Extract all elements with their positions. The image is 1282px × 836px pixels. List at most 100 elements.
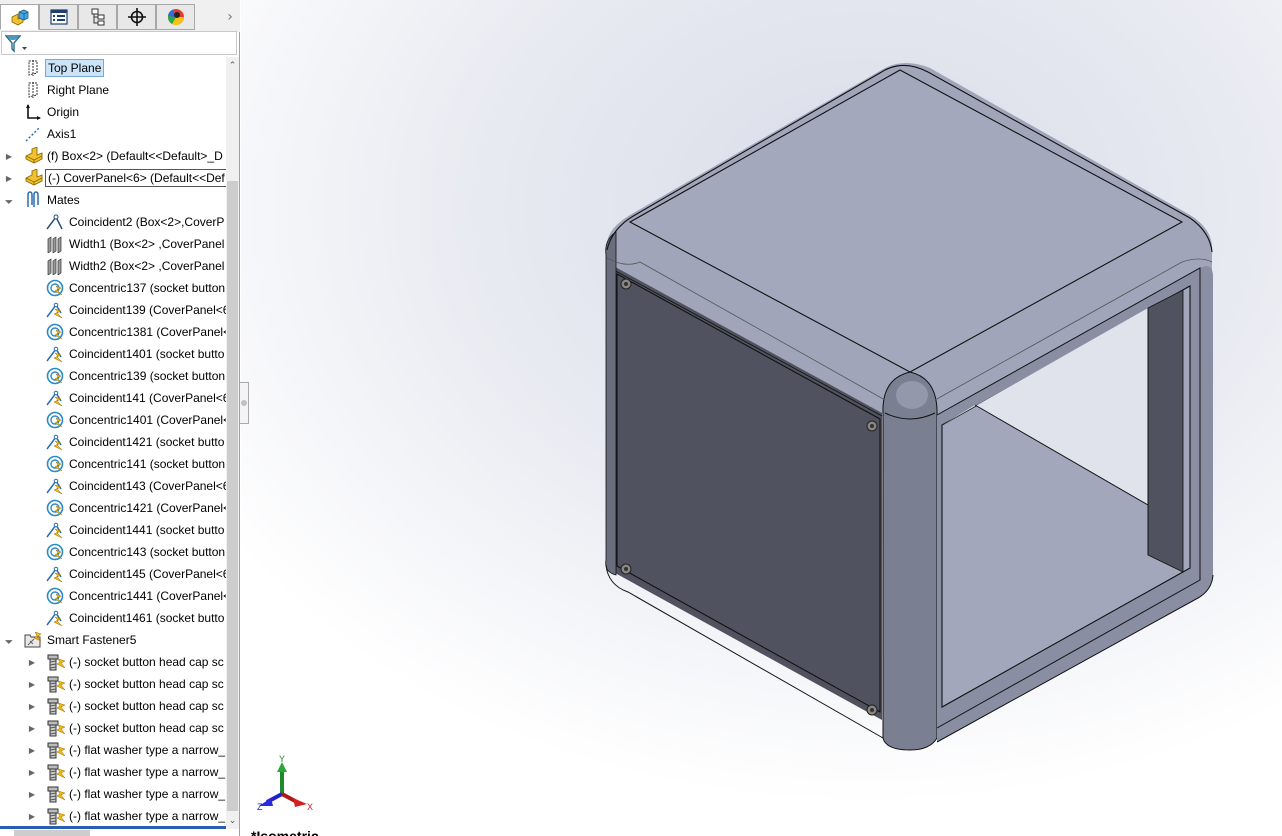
tree-item[interactable]: Axis1: [0, 123, 226, 145]
tree-item-label: Coincident145 (CoverPanel<6: [69, 567, 226, 581]
fastener-icon: [46, 697, 66, 715]
coincident-fastener-mate-icon: [46, 565, 64, 583]
concentric-mate-icon: [46, 455, 64, 473]
tab-feature-manager[interactable]: [0, 4, 39, 30]
plane-icon: [24, 59, 42, 77]
fastener-icon: [46, 719, 66, 737]
tree-item[interactable]: Concentric143 (socket button: [0, 541, 226, 563]
panel-splitter[interactable]: [240, 382, 249, 424]
expand-arrow-icon[interactable]: ▶: [4, 150, 14, 162]
tabs-more-button[interactable]: ›: [222, 6, 238, 28]
configuration-manager-icon: [91, 8, 104, 26]
tree-item[interactable]: Coincident139 (CoverPanel<6: [0, 299, 226, 321]
tree-item[interactable]: ▶ (-) CoverPanel<6> (Default<<Def: [0, 167, 226, 189]
tree-item[interactable]: ▶ (-) flat washer type a narrow_: [0, 761, 226, 783]
plane-icon: [24, 81, 42, 99]
tree-item[interactable]: Coincident1401 (socket butto: [0, 343, 226, 365]
tab-display-manager[interactable]: [156, 4, 195, 30]
tree-item[interactable]: Concentric1421 (CoverPanel<: [0, 497, 226, 519]
tree-item-label: Coincident1441 (socket butto: [69, 523, 225, 537]
tree-item[interactable]: ◢ Mates: [0, 189, 226, 211]
dimxpert-icon: [127, 8, 146, 26]
tree-item[interactable]: Top Plane: [0, 57, 226, 79]
tree-item[interactable]: ▶ (f) Box<2> (Default<<Default>_D: [0, 145, 226, 167]
tree-item-label: Concentric139 (socket button: [69, 369, 226, 383]
expand-arrow-icon[interactable]: ▶: [27, 810, 37, 822]
tree-item[interactable]: Width2 (Box<2> ,CoverPanel: [0, 255, 226, 277]
concentric-mate-icon: [46, 411, 64, 429]
tree-filter-bar[interactable]: [1, 31, 237, 55]
expand-arrow-icon[interactable]: ▶: [27, 722, 37, 734]
coincident-fastener-mate-icon: [46, 389, 64, 407]
tree-item-label: (-) flat washer type a narrow_: [69, 765, 226, 779]
tree-item[interactable]: Coincident145 (CoverPanel<6: [0, 563, 226, 585]
fastener-icon: [46, 653, 66, 671]
tree-item[interactable]: ▶ (-) flat washer type a narrow_: [0, 739, 226, 761]
tree-item-label: Mates: [47, 193, 80, 207]
tree-item-label: Coincident1401 (socket butto: [69, 347, 225, 361]
tree-item[interactable]: Coincident141 (CoverPanel<6: [0, 387, 226, 409]
collapse-arrow-icon[interactable]: ◢: [1, 192, 17, 208]
tree-vertical-scrollbar[interactable]: ⌃ ⌄: [226, 57, 239, 829]
tree-item[interactable]: Width1 (Box<2> ,CoverPanel: [0, 233, 226, 255]
tree-item[interactable]: Origin: [0, 101, 226, 123]
model-front-pillar: [883, 372, 937, 750]
collapse-arrow-icon[interactable]: ◢: [1, 632, 17, 648]
tree-item-label: Coincident139 (CoverPanel<6: [69, 303, 226, 317]
expand-arrow-icon[interactable]: ▶: [27, 744, 37, 756]
tree-item[interactable]: Right Plane: [0, 79, 226, 101]
tree-item[interactable]: Coincident1461 (socket butto: [0, 607, 226, 629]
tree-item[interactable]: ▶ (-) flat washer type a narrow_: [0, 805, 226, 827]
tree-item[interactable]: ▶ (-) socket button head cap sc: [0, 651, 226, 673]
tree-item-label: Concentric1441 (CoverPanel<: [69, 589, 226, 603]
tree-horizontal-scroll-thumb[interactable]: [14, 830, 90, 836]
expand-arrow-icon[interactable]: ▶: [4, 172, 14, 184]
coincident-fastener-mate-icon: [46, 433, 64, 451]
origin-icon: [24, 103, 42, 121]
tree-item-label: (-) socket button head cap sc: [69, 677, 224, 691]
tree-item[interactable]: Coincident1441 (socket butto: [0, 519, 226, 541]
filter-icon[interactable]: [5, 35, 29, 53]
tab-property-manager[interactable]: [39, 4, 78, 30]
tree-item[interactable]: ▶ (-) flat washer type a narrow_: [0, 783, 226, 805]
tree-rollback-bar[interactable]: [0, 826, 226, 829]
tree-item[interactable]: Concentric1441 (CoverPanel<: [0, 585, 226, 607]
feature-manager-icon: [11, 9, 28, 26]
graphics-area[interactable]: Y Z X: [241, 0, 1282, 836]
feature-manager-panel: › Top Plane Right Plane Origin Axis1 ▶ (f) Bo…: [0, 0, 240, 836]
expand-arrow-icon[interactable]: ▶: [27, 656, 37, 668]
tree-item[interactable]: Concentric1401 (CoverPanel<: [0, 409, 226, 431]
scroll-up-button[interactable]: ⌃: [226, 59, 239, 73]
expand-arrow-icon[interactable]: ▶: [27, 788, 37, 800]
tree-item[interactable]: ▶ (-) socket button head cap sc: [0, 695, 226, 717]
expand-arrow-icon[interactable]: ▶: [27, 766, 37, 778]
concentric-mate-icon: [46, 499, 64, 517]
tree-item-label: (-) flat washer type a narrow_: [69, 809, 226, 823]
expand-arrow-icon[interactable]: ▶: [27, 678, 37, 690]
tree-item[interactable]: Coincident2 (Box<2>,CoverP: [0, 211, 226, 233]
tree-item[interactable]: Concentric141 (socket button: [0, 453, 226, 475]
tab-configuration-manager[interactable]: [78, 4, 117, 30]
scroll-down-button[interactable]: ⌄: [226, 814, 239, 828]
tree-item[interactable]: ◢ Smart Fastener5: [0, 629, 226, 651]
expand-arrow-icon[interactable]: ▶: [27, 700, 37, 712]
tree-item-label: Concentric1401 (CoverPanel<: [69, 413, 226, 427]
tree-item[interactable]: Concentric137 (socket button: [0, 277, 226, 299]
tree-item-label: (-) socket button head cap sc: [69, 699, 224, 713]
tree-item[interactable]: Coincident1421 (socket butto: [0, 431, 226, 453]
tree-item-label: Smart Fastener5: [47, 633, 137, 647]
tree-item[interactable]: Coincident143 (CoverPanel<6: [0, 475, 226, 497]
splitter-grip[interactable]: [241, 400, 247, 406]
screw-bottom-left: [620, 563, 632, 575]
tab-dimxpert-manager[interactable]: [117, 4, 156, 30]
tree-item[interactable]: Concentric139 (socket button: [0, 365, 226, 387]
orientation-triad[interactable]: Y Z X: [251, 754, 315, 814]
enclosure-model[interactable]: [241, 0, 1282, 836]
tree-item[interactable]: Concentric1381 (CoverPanel<: [0, 321, 226, 343]
screw-top-right: [866, 420, 878, 432]
concentric-mate-icon: [46, 587, 64, 605]
tree-item[interactable]: ▶ (-) socket button head cap sc: [0, 673, 226, 695]
tree-item-label: Concentric143 (socket button: [69, 545, 226, 559]
scroll-thumb[interactable]: [227, 181, 238, 811]
tree-item[interactable]: ▶ (-) socket button head cap sc: [0, 717, 226, 739]
